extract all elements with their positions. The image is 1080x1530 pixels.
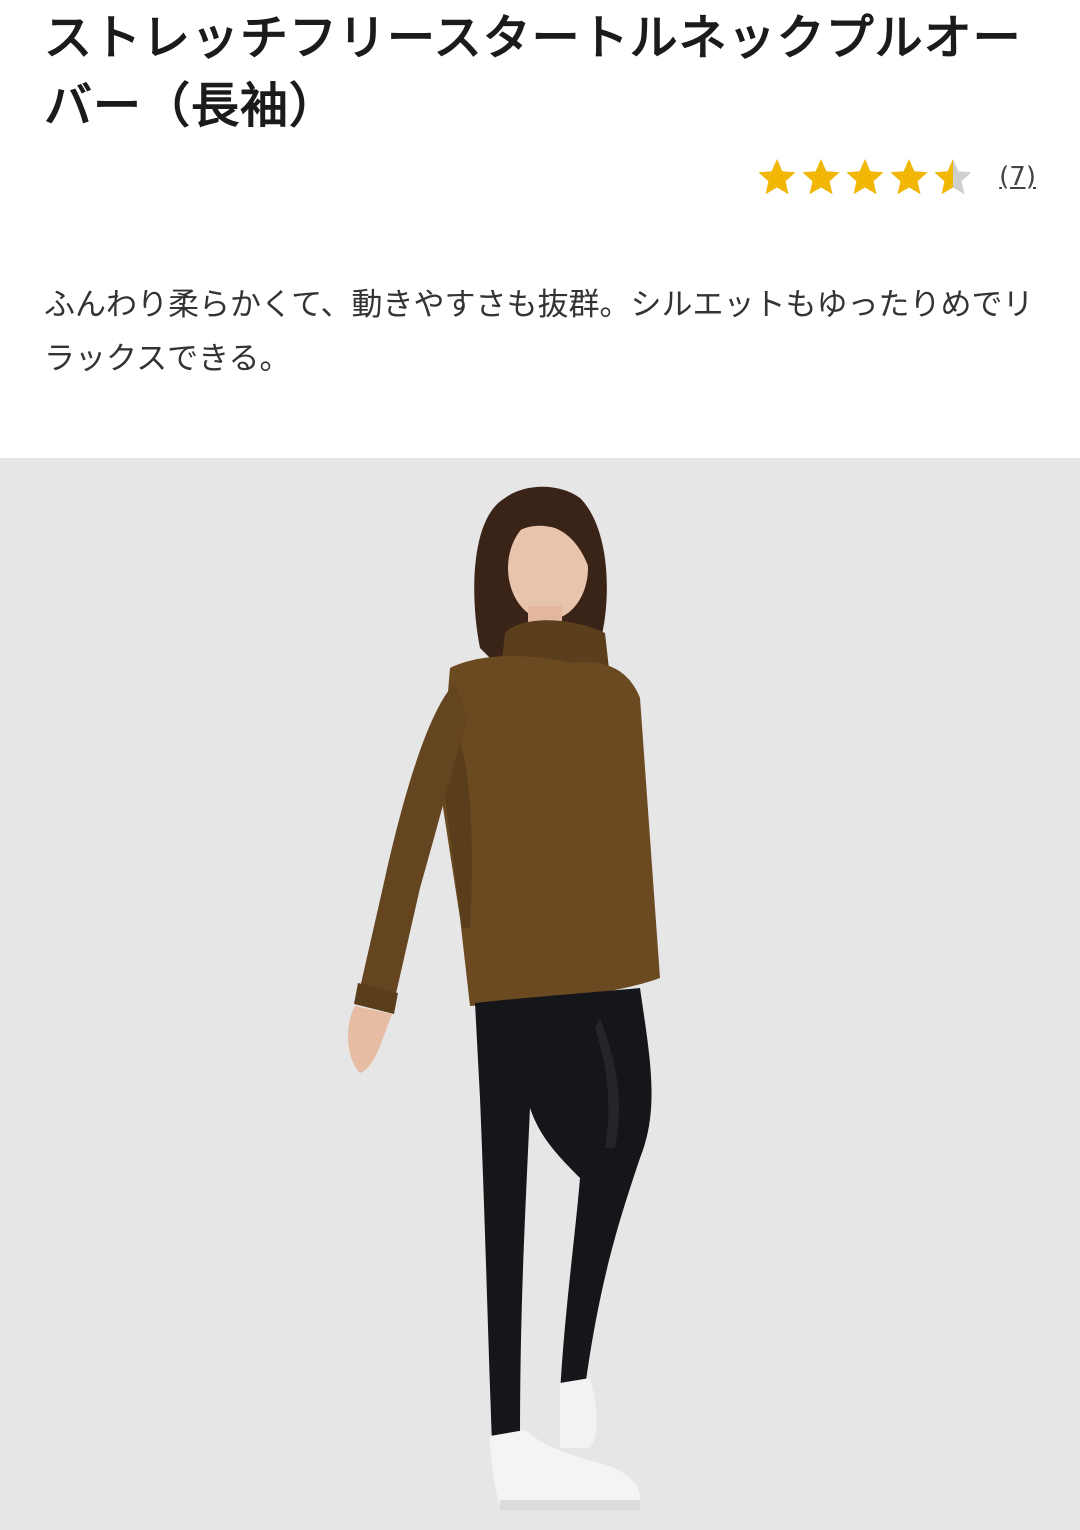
star-icon xyxy=(801,157,841,197)
model-photo xyxy=(0,458,1080,1530)
rating: (7) xyxy=(757,154,1036,200)
star-icon xyxy=(933,157,973,197)
star-rating xyxy=(757,157,977,197)
star-icon xyxy=(845,157,885,197)
star-icon xyxy=(889,157,929,197)
product-image[interactable] xyxy=(0,458,1080,1530)
review-count-link[interactable]: (7) xyxy=(999,162,1036,192)
product-title: ストレッチフリースタートルネックプルオーバー（長袖） xyxy=(44,10,1022,134)
star-icon xyxy=(757,157,797,197)
product-description: ふんわり柔らかくて、動きやすさも抜群。シルエットもゆったりめでリラックスできる。 xyxy=(44,287,1034,377)
